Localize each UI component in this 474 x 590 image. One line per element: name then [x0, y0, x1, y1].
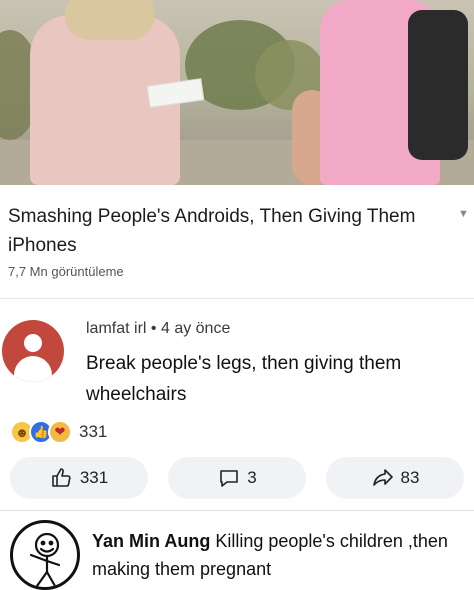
- meta-separator: •: [150, 320, 157, 337]
- care-icon: ❤: [48, 420, 72, 444]
- avatar-body: [14, 356, 52, 382]
- reply-author[interactable]: Yan Min Aung: [92, 531, 210, 551]
- chevron-down-icon[interactable]: ▼: [458, 208, 469, 220]
- reaction-summary[interactable]: ☻ 👍 ❤ 331: [10, 420, 107, 444]
- reply-comment: Yan Min Aung Killing people's children ,…: [92, 527, 467, 583]
- like-button[interactable]: 331: [10, 457, 148, 499]
- share-arrow-icon: [372, 469, 393, 486]
- video-title[interactable]: Smashing People's Androids, Then Giving …: [8, 202, 428, 260]
- reaction-count: 331: [79, 422, 108, 441]
- speech-bubble-icon: [220, 470, 239, 487]
- divider: [0, 510, 474, 511]
- thumbs-up-icon: [52, 468, 71, 487]
- avatar[interactable]: [2, 320, 64, 382]
- like-count: 331: [79, 468, 109, 487]
- stick-figure-icon: [29, 532, 61, 587]
- comment-count: 3: [247, 468, 257, 487]
- video-thumbnail[interactable]: [0, 0, 474, 185]
- view-count: 7,7 Mn görüntüleme: [8, 264, 124, 279]
- comment-author[interactable]: lamfat irl: [86, 320, 146, 337]
- comment-time: 4 ay önce: [160, 320, 231, 337]
- comment-button[interactable]: 3: [168, 457, 306, 499]
- divider: [0, 298, 474, 299]
- share-count: 83: [400, 468, 420, 487]
- comment-text: Break people's legs, then giving them wh…: [86, 353, 402, 405]
- comment-meta: lamfat irl • 4 ay önce: [86, 320, 230, 338]
- share-button[interactable]: 83: [326, 457, 464, 499]
- avatar[interactable]: [10, 520, 80, 590]
- thumbnail-hair: [65, 0, 155, 40]
- thumbnail-backpack: [408, 10, 468, 160]
- avatar-head: [24, 334, 42, 352]
